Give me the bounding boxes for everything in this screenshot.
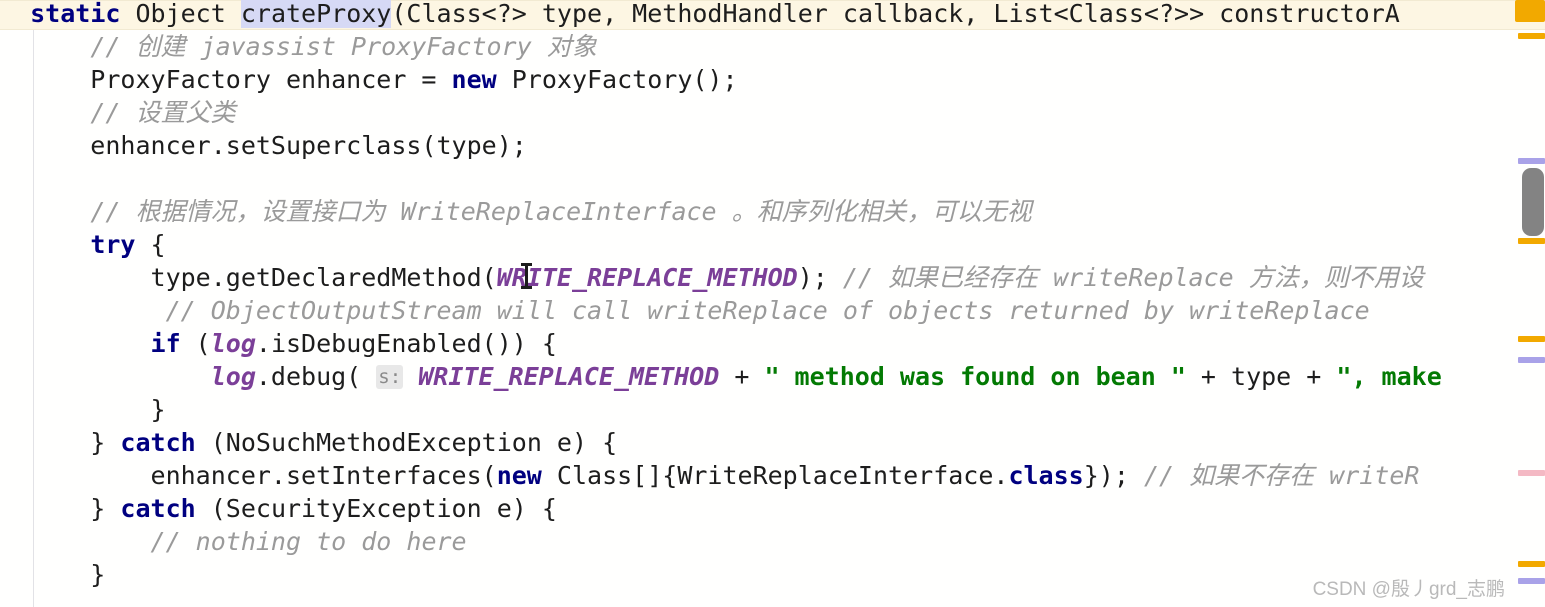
line-log-debug-token-6: + [719,362,765,391]
line-comment-superclass-token-0 [0,98,90,127]
line-comment-interface-token-1: // 根据情况，设置接口为 WriteReplaceInterface 。和序列… [90,197,1032,226]
line-log-debug-token-8: + type + [1185,362,1337,391]
line-catch-nosuchmethod-token-2: (NoSuchMethodException e) { [195,428,618,457]
marker-change-orange-3 [1518,336,1545,342]
marker-change-orange-1 [1518,33,1545,39]
marker-change-lavender-1 [1518,158,1545,164]
line-if-isdebugenabled-token-3: log [210,329,256,358]
line-comment-nothing-token-1: // nothing to do here [150,527,467,556]
line-log-debug-token-7: " method was found on bean " [764,362,1186,391]
line-comment-create-token-1: // 创建 javassist ProxyFactory 对象 [90,32,597,61]
line-comment-interface-token-0 [0,197,90,226]
line-log-debug-token-4 [403,362,418,391]
line-setinterfaces-token-1: new [496,461,542,490]
line-log-debug-token-2: .debug( [255,362,377,391]
line-new-proxyfactory-token-0: ProxyFactory enhancer = [0,65,452,94]
line-blank-1-token-0 [0,164,15,193]
line-catch-security-token-2: (SecurityException e) { [195,494,557,523]
marker-change-pink-1 [1518,470,1545,476]
line-setinterfaces[interactable]: enhancer.setInterfaces(new Class[]{Write… [0,459,1545,492]
line-log-debug-token-9: ", make [1336,362,1442,391]
line-getdeclaredmethod-token-0: type.getDeclaredMethod( [0,263,497,292]
line-comment-superclass-token-1: // 设置父类 [90,98,236,127]
marker-change-lavender-3 [1518,578,1545,584]
line-setsuperclass-token-0: enhancer.setSuperclass(type); [0,131,527,160]
line-setinterfaces-token-5: // 如果不存在 writeR [1143,461,1420,490]
marker-folded-region [1515,0,1545,22]
line-comment-create-token-0 [0,32,90,61]
line-comment-interface[interactable]: // 根据情况，设置接口为 WriteReplaceInterface 。和序列… [0,195,1545,228]
line-getdeclaredmethod-token-1: WRITE_REPLACE_METHOD [496,263,798,292]
marker-change-lavender-2 [1518,357,1545,363]
line-comment-nothing[interactable]: // nothing to do here [0,525,1545,558]
line-if-isdebugenabled-token-0 [0,329,151,358]
line-comment-create[interactable]: // 创建 javassist ProxyFactory 对象 [0,30,1545,63]
line-log-debug-token-1: log [210,362,256,391]
line-comment-objectoutputstream-token-0 [0,296,166,325]
scrollbar-marker-gutter[interactable] [1515,0,1545,607]
line-setinterfaces-token-3: class [1008,461,1084,490]
text-ibeam-cursor [521,263,532,289]
line-if-isdebugenabled-token-1: if [150,329,181,358]
line-signature-token-3: crateProxy [240,0,392,28]
line-comment-nothing-token-0 [0,527,151,556]
line-try[interactable]: try { [0,228,1545,261]
line-comment-objectoutputstream[interactable]: // ObjectOutputStream will call writeRep… [0,294,1545,327]
line-getdeclaredmethod[interactable]: type.getDeclaredMethod(WRITE_REPLACE_MET… [0,261,1545,294]
line-setsuperclass[interactable]: enhancer.setSuperclass(type); [0,129,1545,162]
line-catch-nosuchmethod-token-0: } [0,428,121,457]
marker-change-orange-4 [1518,561,1545,567]
line-catch-nosuchmethod-token-1: catch [120,428,196,457]
line-if-isdebugenabled-token-4: .isDebugEnabled()) { [255,329,557,358]
code-editor[interactable]: static Object crateProxy(Class<?> type, … [0,0,1545,607]
line-new-proxyfactory-token-2: ProxyFactory(); [496,65,738,94]
line-log-debug-token-0 [0,362,211,391]
line-if-isdebugenabled-token-2: ( [180,329,211,358]
line-if-isdebugenabled[interactable]: if (log.isDebugEnabled()) { [0,327,1545,360]
line-signature-token-0 [0,0,30,28]
line-catch-nosuchmethod[interactable]: } catch (NoSuchMethodException e) { [0,426,1545,459]
code-content[interactable]: static Object crateProxy(Class<?> type, … [0,0,1545,591]
line-setinterfaces-token-4: }); [1083,461,1144,490]
line-signature[interactable]: static Object crateProxy(Class<?> type, … [0,0,1545,30]
line-close-try-token-0: } [0,560,106,589]
marker-change-orange-2 [1518,238,1545,244]
line-catch-security[interactable]: } catch (SecurityException e) { [0,492,1545,525]
line-signature-token-2: Object [120,0,241,28]
line-catch-security-token-0: } [0,494,121,523]
line-new-proxyfactory-token-1: new [451,65,497,94]
line-comment-superclass[interactable]: // 设置父类 [0,96,1545,129]
line-try-token-1: try [90,230,136,259]
line-signature-token-4: (Class<?> type, MethodHandler callback, … [391,0,1400,28]
line-setinterfaces-token-2: Class[]{WriteReplaceInterface. [541,461,1009,490]
line-getdeclaredmethod-token-2: ); [797,263,843,292]
line-close-if[interactable]: } [0,393,1545,426]
line-setinterfaces-token-0: enhancer.setInterfaces( [0,461,497,490]
line-catch-security-token-1: catch [120,494,196,523]
line-try-token-0 [0,230,90,259]
line-log-debug[interactable]: log.debug( s: WRITE_REPLACE_METHOD + " m… [0,360,1545,393]
line-log-debug-token-5: WRITE_REPLACE_METHOD [418,362,720,391]
line-comment-objectoutputstream-token-1: // ObjectOutputStream will call writeRep… [165,296,1370,325]
line-new-proxyfactory[interactable]: ProxyFactory enhancer = new ProxyFactory… [0,63,1545,96]
line-signature-token-1: static [30,0,121,28]
line-log-debug-token-3: s: [376,365,404,389]
line-try-token-2: { [135,230,166,259]
line-getdeclaredmethod-token-3: // 如果已经存在 writeReplace 方法，则不用设 [842,263,1424,292]
line-blank-1[interactable] [0,162,1545,195]
line-close-if-token-0: } [0,395,166,424]
scrollbar-thumb[interactable] [1522,168,1544,236]
csdn-watermark: CSDN @殷丿grd_志鹏 [1312,579,1505,600]
